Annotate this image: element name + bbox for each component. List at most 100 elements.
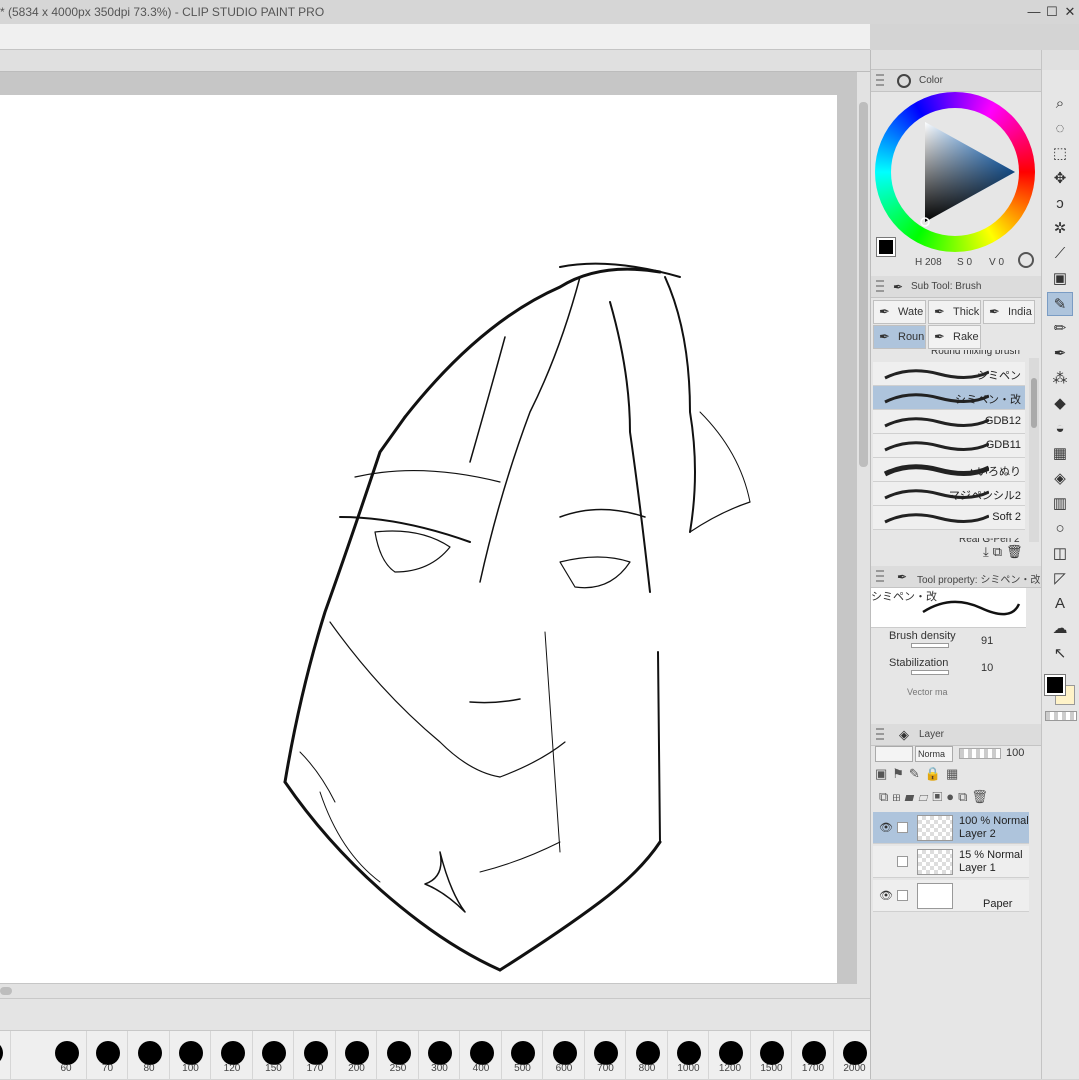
brush-size-70[interactable]: 70 [87, 1031, 128, 1080]
brush-list-scrollbar[interactable] [1029, 358, 1039, 542]
horizontal-scroll-thumb[interactable] [0, 987, 12, 995]
brush-density-value[interactable]: 91 [981, 635, 993, 647]
brush-item-name: マジペンシル2 [948, 490, 1021, 502]
brush-item[interactable]: シミペン [873, 362, 1025, 386]
brush-size-120[interactable]: 120 [212, 1031, 253, 1080]
brush-size-500[interactable]: 500 [502, 1031, 543, 1080]
pen-icon[interactable]: ✎ [1047, 292, 1073, 316]
blend-mode-select[interactable]: Norma [915, 746, 953, 762]
blend-icon[interactable]: ◒ [1047, 417, 1073, 441]
brush-size-250[interactable]: 250 [378, 1031, 419, 1080]
main-color-swatch[interactable] [876, 237, 896, 257]
main-drawing-color[interactable] [1044, 674, 1066, 696]
maximize-button[interactable]: ☐ [1044, 3, 1060, 21]
3d-object-icon[interactable]: ⬚ [1047, 142, 1073, 166]
brush-list-partial-top[interactable]: Round mixing brush [871, 350, 1042, 358]
transparent-color[interactable] [1045, 711, 1077, 721]
gradient-pen-icon[interactable]: ▣ [1047, 267, 1073, 291]
brush-item[interactable]: ▲いろぬり [873, 458, 1025, 482]
layer-edit-toggle[interactable] [897, 856, 908, 867]
layer-lock-tools[interactable]: ▣⚑✎🔒▦ [875, 766, 963, 782]
brush-density-slider[interactable] [911, 643, 949, 648]
color-tab-label[interactable]: Color [919, 75, 943, 86]
rotate-view-icon[interactable]: ◌ [1047, 117, 1073, 141]
brush-size-1000[interactable]: 1000 [668, 1031, 709, 1080]
brush-size-170[interactable]: 170 [295, 1031, 336, 1080]
move-icon[interactable]: ✥ [1047, 167, 1073, 191]
subtool-group-tab[interactable]: ✒ India [983, 300, 1035, 324]
brush-size-50[interactable]: 50 [0, 1031, 11, 1080]
layer-create-tools[interactable]: ⧉⊞▰▱▣●⧉🗑 [879, 789, 992, 805]
subtool-groups: ✒ Wate ✒ Thick ✒ India ✒ Roun ✒ Rake [871, 298, 1042, 350]
ruler-icon[interactable]: ◸ [1047, 567, 1073, 591]
brush-size-150[interactable]: 150 [253, 1031, 294, 1080]
brush-size-2000[interactable]: 2000 [834, 1031, 875, 1080]
eraser-icon[interactable]: ◆ [1047, 392, 1073, 416]
brush-size-60[interactable]: 60 [46, 1031, 87, 1080]
brush-size-1700[interactable]: 1700 [793, 1031, 834, 1080]
minimize-button[interactable]: — [1026, 3, 1042, 21]
brush-size-600[interactable]: 600 [544, 1031, 585, 1080]
layer-edit-toggle[interactable] [897, 822, 908, 833]
text-icon[interactable]: A [1047, 592, 1073, 616]
sv-triangle[interactable] [875, 92, 1035, 252]
layer-row[interactable]: 15 % Normal Layer 1 [873, 846, 1029, 878]
brush-item[interactable]: シミペン・改 [873, 386, 1025, 410]
vertical-scroll-thumb[interactable] [859, 102, 868, 467]
layer-row[interactable]: 👁 Paper [873, 880, 1029, 912]
brush-item[interactable]: GDB12 [873, 410, 1025, 434]
layer-color-dropdown[interactable] [875, 746, 913, 762]
opacity-value[interactable]: 100 [1006, 747, 1024, 759]
zoom-icon[interactable]: ⌕ [1047, 92, 1073, 116]
brush-size-1500[interactable]: 1500 [751, 1031, 792, 1080]
horizontal-scrollbar[interactable] [0, 984, 870, 998]
brush-size-200[interactable]: 200 [336, 1031, 377, 1080]
shape-icon[interactable]: ○ [1047, 517, 1073, 541]
opacity-slider[interactable] [959, 748, 1001, 759]
object-icon[interactable]: ↖ [1047, 642, 1073, 666]
pattern-icon[interactable]: ▦ [1047, 442, 1073, 466]
fill-icon[interactable]: ◈ [1047, 467, 1073, 491]
brush-icon[interactable]: ✒ [1047, 342, 1073, 366]
brush-item[interactable]: マジペンシル2 [873, 482, 1025, 506]
stabilization-value[interactable]: 10 [981, 662, 993, 674]
brush-size-1200[interactable]: 1200 [710, 1031, 751, 1080]
canvas-area[interactable] [0, 72, 870, 984]
airbrush-icon[interactable]: ⁂ [1047, 367, 1073, 391]
layer-tab-label[interactable]: Layer [919, 729, 944, 740]
eye-icon[interactable]: 👁 [879, 822, 893, 834]
brush-size-100[interactable]: 100 [170, 1031, 211, 1080]
menu-bar [0, 24, 870, 50]
lasso-icon[interactable]: ↄ [1047, 192, 1073, 216]
brush-size-label: 150 [265, 1063, 282, 1074]
visibility-toggle[interactable] [879, 856, 891, 868]
layer-row[interactable]: 👁 100 % Normal Layer 2 [873, 812, 1029, 844]
brush-size-300[interactable]: 300 [419, 1031, 460, 1080]
frame-icon[interactable]: ◫ [1047, 542, 1073, 566]
pencil-icon[interactable]: ✏ [1047, 317, 1073, 341]
color-settings-icon[interactable] [1018, 252, 1034, 268]
canvas-paper[interactable] [0, 95, 837, 983]
subtool-actions[interactable]: ⤓⧉🗑 [983, 544, 1027, 560]
brush-size-400[interactable]: 400 [461, 1031, 502, 1080]
magic-wand-icon[interactable]: ✲ [1047, 217, 1073, 241]
brush-preview: シミペン・改 [871, 588, 1026, 628]
layer-edit-toggle[interactable] [897, 890, 908, 901]
stabilization-slider[interactable] [911, 670, 949, 675]
close-button[interactable]: ✕ [1062, 3, 1078, 21]
brush-size-800[interactable]: 800 [627, 1031, 668, 1080]
brush-item[interactable]: Soft 2 [873, 506, 1025, 530]
color-wheel-tab-icon[interactable] [897, 74, 911, 88]
subtool-group-tab[interactable]: ✒ Rake [928, 325, 981, 349]
eyedropper-icon[interactable]: ⟋ [1047, 242, 1073, 266]
balloon-icon[interactable]: ☁ [1047, 617, 1073, 641]
eye-icon[interactable]: 👁 [879, 890, 893, 902]
subtool-group-tab[interactable]: ✒ Roun [873, 325, 926, 349]
brush-item[interactable]: GDB11 [873, 434, 1025, 458]
brush-size-700[interactable]: 700 [585, 1031, 626, 1080]
vertical-scrollbar[interactable] [857, 72, 870, 984]
brush-size-80[interactable]: 80 [129, 1031, 170, 1080]
subtool-group-tab[interactable]: ✒ Thick [928, 300, 981, 324]
gradient-icon[interactable]: ▥ [1047, 492, 1073, 516]
subtool-group-tab[interactable]: ✒ Wate [873, 300, 926, 324]
